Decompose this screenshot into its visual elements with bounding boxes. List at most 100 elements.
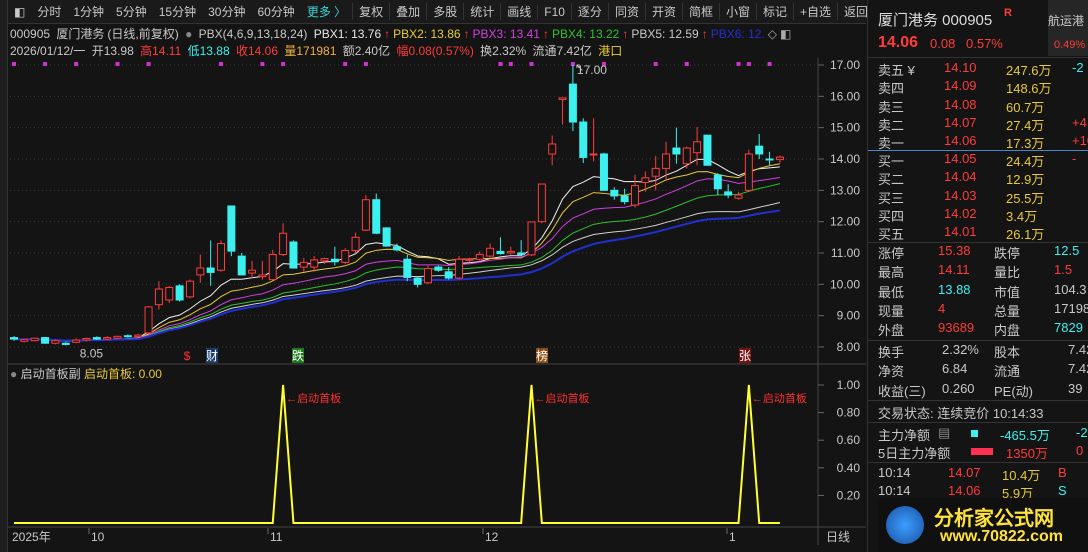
ask-row-cell: 14.06 bbox=[944, 133, 977, 149]
divider bbox=[868, 400, 1088, 401]
stat-row-cell: 现量 bbox=[878, 303, 905, 319]
candle-body bbox=[703, 134, 712, 166]
stat-row-cell: 内盘 bbox=[994, 323, 1021, 339]
candle bbox=[703, 134, 712, 166]
event-marker[interactable]: 榜 bbox=[536, 348, 548, 363]
stat-row: 外盘 93689 内盘 7829 bbox=[878, 320, 1088, 338]
candle-body bbox=[20, 338, 29, 342]
candle bbox=[41, 336, 50, 344]
candle-body bbox=[175, 285, 184, 301]
candle-body bbox=[41, 337, 50, 344]
sub-indicator-name[interactable]: 启动首板副 bbox=[21, 367, 81, 381]
flow-label: 主力净额 bbox=[878, 428, 931, 443]
candle-body bbox=[351, 236, 360, 251]
candle-body bbox=[444, 271, 453, 279]
flow-extra: 0 bbox=[1076, 443, 1084, 458]
y-tick-label: 9.00 bbox=[837, 309, 861, 323]
bid-row-cell: 14.04 bbox=[944, 169, 977, 185]
candle-body bbox=[196, 267, 205, 276]
candle-body bbox=[724, 191, 733, 196]
bid-row-cell: 14.03 bbox=[944, 187, 977, 203]
tick-row-cell: B bbox=[1058, 465, 1067, 480]
divider bbox=[868, 422, 1088, 423]
stat-row: 最低 13.88 市值 104.3 bbox=[878, 282, 1088, 300]
candle-body bbox=[392, 246, 401, 251]
candle-body bbox=[672, 147, 681, 155]
sub-indicator-dropdown-icon[interactable]: ● bbox=[10, 367, 17, 381]
event-marker[interactable]: 跌 bbox=[292, 348, 304, 363]
candle-body bbox=[755, 145, 764, 155]
ask-row: 卖二 14.07 27.4万 +4 bbox=[878, 115, 1088, 133]
event-marker[interactable]: 张 bbox=[739, 348, 751, 363]
stat-row: 净资 6.84 流通 7.42 bbox=[878, 361, 1088, 379]
event-marker-label: 财 bbox=[206, 349, 218, 363]
top-dot bbox=[767, 62, 772, 66]
candle-body bbox=[217, 243, 225, 271]
candle bbox=[30, 337, 39, 342]
candle-body bbox=[517, 252, 526, 256]
candle bbox=[527, 221, 536, 257]
top-dot bbox=[12, 62, 16, 66]
sub-indicator-value: 启动首板: 0.00 bbox=[83, 367, 162, 381]
signal-label: ←启动首板 bbox=[286, 391, 341, 405]
bid-row-cell: 买三 bbox=[878, 190, 905, 206]
x-tick-label: 2025年 bbox=[12, 530, 51, 544]
bid-row-cell: 14.05 bbox=[944, 151, 977, 166]
bid-row-cell: 12.9万 bbox=[1006, 172, 1045, 188]
candle-body bbox=[765, 158, 774, 161]
ask-row: 卖一14.0617.3万+10 bbox=[878, 133, 1088, 151]
ask-row-cell: 247.6万 bbox=[1006, 63, 1052, 78]
candle-body bbox=[258, 274, 267, 277]
candle-body bbox=[424, 268, 432, 284]
stat-row-cell: 0.260 bbox=[942, 380, 975, 396]
logo-globe-icon bbox=[886, 506, 924, 544]
signal-label: ←启动首板 bbox=[752, 391, 807, 405]
bid-row-cell: 25.5万 bbox=[1006, 190, 1045, 206]
ask-row-cell: 卖二 bbox=[878, 117, 905, 133]
top-dot bbox=[146, 62, 151, 66]
candle-body bbox=[744, 153, 753, 191]
top-dot bbox=[115, 62, 120, 66]
ask-row-cell: +4 bbox=[1072, 114, 1087, 130]
stat-row-cell: 6.84 bbox=[942, 361, 968, 377]
bid-row-cell: 24.4万 bbox=[1006, 154, 1045, 169]
stat-row-cell: 最高 bbox=[878, 265, 905, 281]
candle-body bbox=[631, 185, 639, 206]
candle-body bbox=[72, 339, 81, 343]
bid-row: 买四 14.02 3.4万 bbox=[878, 206, 1088, 224]
sector-tab-name: 航运港 bbox=[1048, 14, 1085, 28]
flow-value: -465.5万 bbox=[1000, 428, 1050, 443]
candle-body bbox=[496, 250, 505, 255]
top-dot bbox=[219, 62, 223, 66]
bid-row-cell: 3.4万 bbox=[1006, 208, 1038, 224]
period-label: 日线 bbox=[826, 530, 850, 544]
x-tick-label: 11 bbox=[270, 530, 283, 544]
top-dot bbox=[498, 62, 503, 66]
event-marker[interactable]: $ bbox=[181, 348, 193, 363]
event-marker-label: $ bbox=[184, 349, 191, 363]
candle-body bbox=[537, 183, 546, 223]
stat-row-cell: 1.5 bbox=[1054, 262, 1073, 278]
candle-body bbox=[310, 259, 319, 268]
top-dot bbox=[529, 62, 534, 66]
stat-row-cell: 7.42 bbox=[1068, 342, 1088, 357]
stat-row-cell: PE(动) bbox=[994, 383, 1034, 399]
candle-body bbox=[662, 153, 671, 169]
top-dot bbox=[43, 62, 48, 66]
stat-row-cell: 39 bbox=[1068, 380, 1083, 396]
list-icon[interactable]: ▤ bbox=[938, 425, 950, 441]
candle-body bbox=[82, 338, 91, 341]
y-tick-label: 14.00 bbox=[830, 152, 860, 166]
candle-body bbox=[372, 199, 381, 234]
y-tick-label: 15.00 bbox=[830, 121, 860, 135]
candle-body bbox=[206, 267, 215, 273]
stat-row-cell: 93689 bbox=[938, 320, 975, 336]
event-marker[interactable]: 财 bbox=[206, 348, 218, 363]
kline-chart[interactable]: 17.0016.0015.0014.0013.0012.0011.0010.00… bbox=[0, 0, 866, 552]
top-dot bbox=[653, 62, 658, 66]
stat-row: 涨停 15.38 跌停 12.5 bbox=[878, 243, 1088, 261]
candle bbox=[382, 227, 391, 247]
stat-row-cell: 换手 bbox=[878, 345, 905, 360]
x-tick-label: 1 bbox=[729, 530, 736, 544]
sub-y-tick-label: 0.80 bbox=[837, 406, 861, 420]
